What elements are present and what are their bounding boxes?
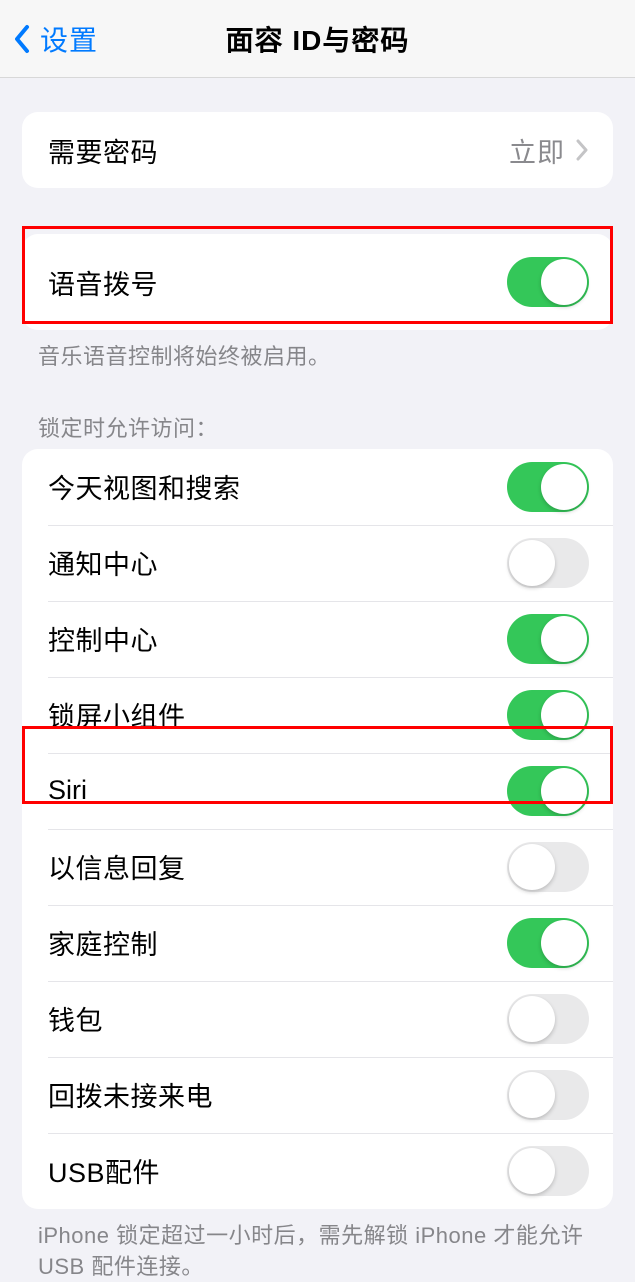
row-label: 今天视图和搜索 [48,467,241,506]
row-label: 回拨未接来电 [48,1075,213,1114]
row-lock-access-item: 今天视图和搜索 [22,449,613,525]
row-right: 立即 [509,131,589,170]
toggle-knob [541,920,587,966]
toggle-switch[interactable] [507,994,589,1044]
toggle-knob [541,692,587,738]
toggle-switch[interactable] [507,538,589,588]
row-lock-access-item: 回拨未接来电 [22,1057,613,1133]
toggle-knob [509,996,555,1042]
toggle-knob [509,540,555,586]
toggle-switch[interactable] [507,842,589,892]
row-require-passcode[interactable]: 需要密码 立即 [22,112,613,188]
toggle-switch[interactable] [507,462,589,512]
row-lock-access-item: 家庭控制 [22,905,613,981]
toggle-voice-dial[interactable] [507,257,589,307]
row-label: 语音拨号 [48,263,158,302]
section-require-passcode: 需要密码 立即 [22,112,613,188]
back-label: 设置 [40,19,98,59]
header-bar: 设置 面容 ID与密码 [0,0,635,78]
section-footer: 音乐语音控制将始终被启用。 [38,342,597,373]
toggle-knob [509,844,555,890]
toggle-switch[interactable] [507,614,589,664]
chevron-left-icon [10,21,34,57]
content: 需要密码 立即 语音拨号 音乐语音控制将始终被启用。 锁定时允许访问： 今天视图… [0,112,635,1282]
row-lock-access-item: Siri [22,753,613,829]
row-value: 立即 [509,131,565,170]
toggle-switch[interactable] [507,918,589,968]
section-voice-dial: 语音拨号 [22,234,613,330]
toggle-switch[interactable] [507,690,589,740]
row-label: Siri [48,775,87,806]
row-lock-access-item: 控制中心 [22,601,613,677]
row-lock-access-item: 通知中心 [22,525,613,601]
row-lock-access-item: 钱包 [22,981,613,1057]
row-label: USB配件 [48,1151,160,1190]
back-button[interactable]: 设置 [0,19,98,59]
toggle-knob [541,768,587,814]
toggle-switch[interactable] [507,1070,589,1120]
toggle-switch[interactable] [507,766,589,816]
row-label: 通知中心 [48,543,158,582]
row-label: 以信息回复 [48,847,186,886]
group-header: 锁定时允许访问： [38,411,597,443]
row-lock-access-item: 以信息回复 [22,829,613,905]
toggle-knob [541,616,587,662]
row-label: 家庭控制 [48,923,158,962]
toggle-switch[interactable] [507,1146,589,1196]
toggle-knob [509,1148,555,1194]
row-lock-access-item: 锁屏小组件 [22,677,613,753]
toggle-knob [541,259,587,305]
page-title: 面容 ID与密码 [226,19,410,59]
row-label: 钱包 [48,999,103,1038]
chevron-right-icon [575,139,589,161]
row-voice-dial: 语音拨号 [22,234,613,330]
toggle-knob [509,1072,555,1118]
section-footer: iPhone 锁定超过一小时后，需先解锁 iPhone 才能允许USB 配件连接… [38,1221,597,1282]
row-lock-access-item: USB配件 [22,1133,613,1209]
toggle-knob [541,464,587,510]
row-label: 锁屏小组件 [48,695,186,734]
section-lock-access: 今天视图和搜索通知中心控制中心锁屏小组件 Siri 以信息回复家庭控制钱包回拨未接来… [22,449,613,1209]
row-label: 控制中心 [48,619,158,658]
row-label: 需要密码 [48,131,158,170]
